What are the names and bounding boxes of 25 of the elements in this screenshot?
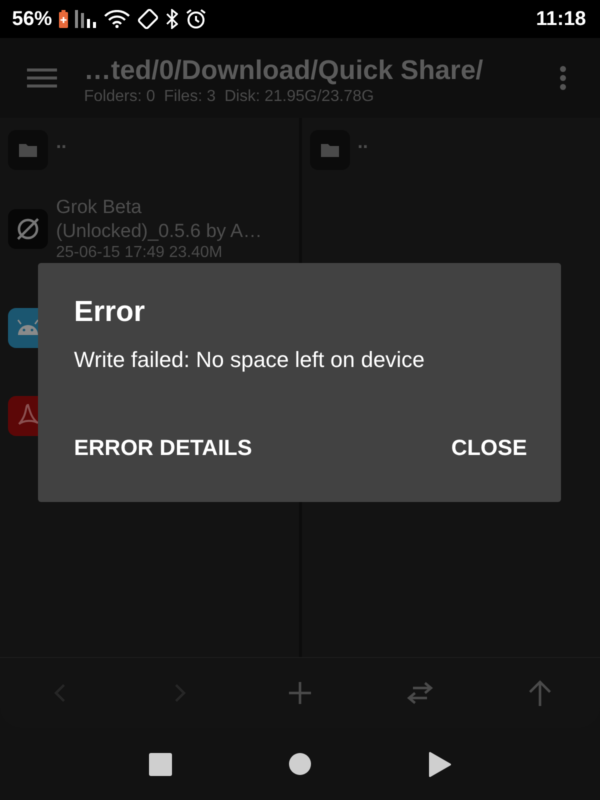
alarm-icon <box>185 9 208 29</box>
file-name: Grok Beta (Unlocked)_0.5.6 by A… <box>56 196 263 244</box>
square-icon <box>148 752 172 776</box>
dialog-title: Error <box>74 296 146 329</box>
menu-icon <box>27 68 57 88</box>
battery-percent: 56% <box>12 8 52 30</box>
folder-path: …ted/0/Download/Quick Share/ <box>84 54 484 86</box>
dialog-message: Write failed: No space left on device <box>74 347 426 373</box>
folder-icon <box>8 130 48 170</box>
rotate-icon <box>137 9 160 29</box>
battery-icon <box>59 10 68 28</box>
clock: 11:18 <box>536 8 586 30</box>
bluetooth-icon <box>166 9 178 29</box>
dialog-button[interactable]: ERROR DETAILS <box>74 435 252 461</box>
circle-icon <box>289 753 311 775</box>
file-name: .. <box>56 131 67 155</box>
folder-icon <box>310 130 350 170</box>
wifi-icon <box>104 10 130 28</box>
more-icon <box>559 66 567 90</box>
folder-summary: Folders: 0 Files: 3 Disk: 21.95G/23.78G <box>84 88 375 106</box>
dialog-button[interactable]: CLOSE <box>451 435 527 461</box>
signal-icon <box>75 10 98 28</box>
triangle-icon <box>429 752 451 776</box>
file-name: .. <box>358 131 368 155</box>
app-icon <box>8 209 48 249</box>
